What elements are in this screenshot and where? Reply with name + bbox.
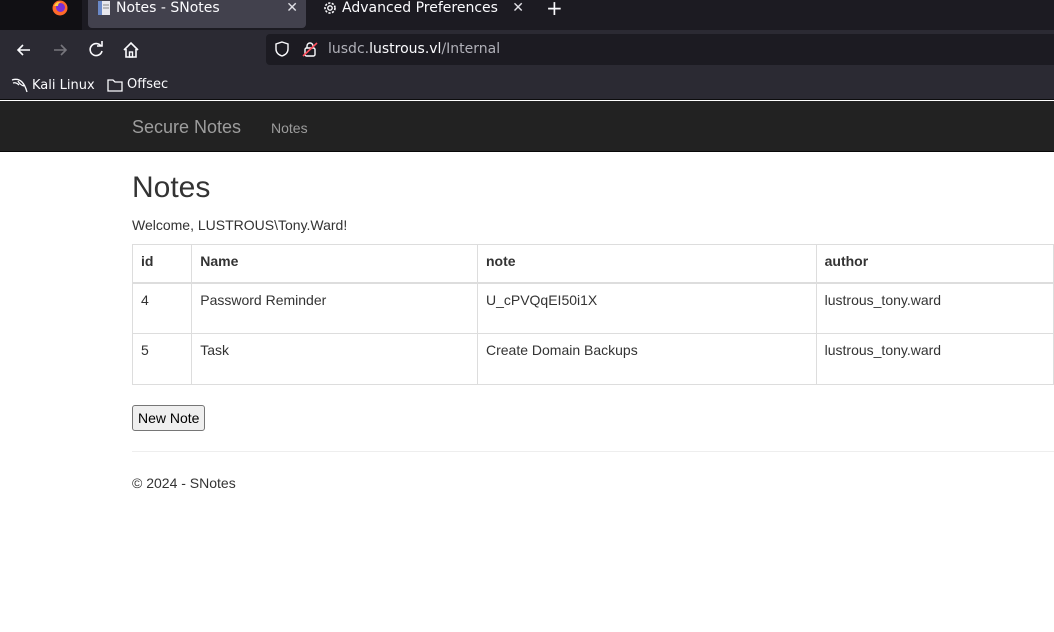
column-header-name: Name (191, 244, 478, 284)
browser-tab-bar: Notes - SNotes ✕ Advanced Preferences ✕ … (0, 0, 1054, 30)
new-note-button[interactable]: New Note (132, 405, 206, 431)
close-icon[interactable]: ✕ (286, 0, 298, 16)
forward-arrow-icon[interactable] (50, 40, 70, 60)
cell-note: U_cPVQqEI50i1X (476, 282, 817, 334)
reload-icon[interactable] (86, 40, 106, 60)
cell-author: lustrous_tony.ward (815, 333, 1054, 385)
back-arrow-icon[interactable] (14, 40, 34, 60)
tab-title: Notes - SNotes (116, 0, 220, 16)
bookmark-offsec-folder[interactable]: Offsec (107, 77, 168, 92)
close-icon[interactable]: ✕ (512, 0, 524, 16)
url-path: /Internal (441, 41, 501, 57)
bookmark-kali-linux[interactable]: Kali Linux (11, 77, 95, 93)
notes-page-icon (98, 1, 110, 15)
bookmarks-toolbar: Kali Linux Offsec (0, 70, 1054, 100)
cell-author: lustrous_tony.ward (815, 282, 1054, 334)
firefox-icon[interactable] (52, 0, 68, 16)
welcome-message: Welcome, LUSTROUS\Tony.Ward! (132, 217, 348, 233)
tab-advanced-preferences[interactable]: Advanced Preferences ✕ (314, 0, 532, 28)
home-icon[interactable] (121, 40, 141, 60)
table-row: 5 Task Create Domain Backups lustrous_to… (131, 333, 1054, 385)
cell-id: 5 (131, 333, 193, 385)
cell-name: Password Reminder (191, 282, 478, 334)
site-brand-link[interactable]: Secure Notes (132, 117, 241, 138)
table-row: 4 Password Reminder U_cPVQqEI50i1X lustr… (131, 282, 1054, 334)
browser-navigation-bar: lusdc.lustrous.vl/Internal (0, 30, 1054, 70)
kali-dragon-icon (11, 78, 28, 93)
url-prefix: lusdc. (328, 41, 370, 57)
gear-icon (324, 2, 336, 14)
tabbar-corner (0, 0, 82, 30)
nav-link-notes[interactable]: Notes (271, 120, 308, 136)
new-tab-plus-icon[interactable]: + (546, 0, 563, 20)
url-bar[interactable]: lusdc.lustrous.vl/Internal (266, 34, 1054, 65)
cell-name: Task (191, 333, 478, 385)
cell-note: Create Domain Backups (476, 333, 817, 385)
page-title: Notes (132, 171, 211, 204)
url-text[interactable]: lusdc.lustrous.vl/Internal (328, 41, 500, 57)
column-header-note: note (476, 244, 817, 284)
bookmark-label: Kali Linux (32, 77, 95, 93)
footer-divider (132, 451, 1054, 452)
notes-table: id Name note author 4 Password Reminder … (131, 244, 1054, 385)
table-header-row: id Name note author (131, 244, 1054, 284)
url-host: lustrous.vl (369, 41, 442, 57)
insecure-lock-icon[interactable] (302, 41, 318, 57)
tracking-shield-icon[interactable] (274, 41, 290, 57)
site-navbar: Secure Notes Notes (0, 101, 1054, 152)
folder-icon (107, 78, 123, 92)
cell-id: 4 (131, 282, 193, 334)
tab-title: Advanced Preferences (342, 0, 498, 16)
column-header-id: id (131, 244, 193, 284)
bookmark-label: Offsec (127, 77, 169, 92)
tab-notes[interactable]: Notes - SNotes ✕ (88, 0, 306, 28)
column-header-author: author (815, 244, 1054, 284)
footer-copyright: © 2024 - SNotes (132, 475, 236, 491)
